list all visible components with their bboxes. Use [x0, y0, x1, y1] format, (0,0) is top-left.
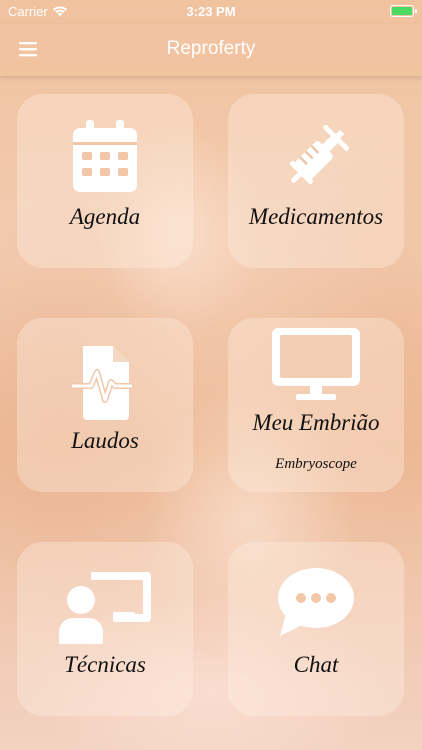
medical-report-icon — [17, 342, 193, 422]
embryoscope-sublabel: Embryoscope — [275, 456, 357, 472]
chat-label: Chat — [293, 652, 339, 677]
tecnicas-label: Técnicas — [64, 652, 146, 677]
laudos-tile[interactable]: Laudos — [17, 318, 193, 492]
medicamentos-label: Medicamentos — [248, 204, 384, 229]
status-time: 3:23 PM — [186, 4, 236, 19]
presentation-user-icon — [17, 566, 193, 646]
tecnicas-tile[interactable]: Técnicas — [17, 542, 193, 716]
app-title: Reproferty — [166, 38, 256, 59]
chat-tile[interactable]: Chat — [228, 542, 404, 716]
battery-charging-icon — [390, 5, 417, 17]
monitor-icon — [228, 326, 404, 402]
laudos-label: Laudos — [71, 428, 139, 453]
agenda-tile[interactable]: Agenda — [17, 94, 193, 268]
navigation-bar: Reproferty — [0, 24, 422, 76]
syringe-icon — [228, 118, 404, 198]
status-bar: Carrier 3:23 PM — [0, 0, 422, 24]
chat-bubble-icon — [228, 566, 404, 640]
meu-embriao-tile[interactable]: Meu Embrião Embryoscope — [228, 318, 404, 492]
meu-embriao-label: Meu Embrião — [252, 410, 380, 435]
medicamentos-tile[interactable]: Medicamentos — [228, 94, 404, 268]
calendar-icon — [17, 118, 193, 194]
agenda-label: Agenda — [69, 204, 141, 229]
